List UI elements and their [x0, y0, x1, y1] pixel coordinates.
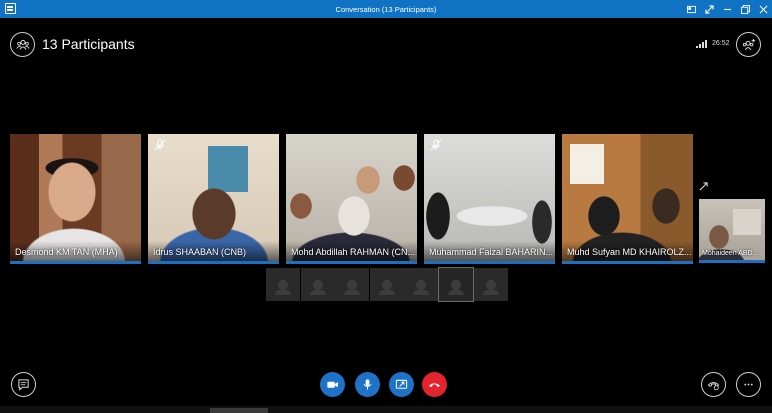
call-devices-icon	[707, 382, 720, 391]
avatar-icon	[379, 279, 395, 295]
avatar-icon	[448, 279, 464, 295]
close-button[interactable]	[754, 0, 772, 18]
video-toggle-button[interactable]	[320, 372, 345, 397]
share-content-button[interactable]	[389, 372, 414, 397]
muted-microphone-icon	[154, 139, 166, 151]
video-tile-mohaideen[interactable]: Mohaideen ABD...	[699, 199, 765, 263]
add-people-icon	[742, 38, 755, 50]
expand-icon	[704, 4, 714, 14]
muted-microphone-icon	[430, 139, 442, 151]
minimize-icon	[723, 8, 731, 10]
participant-name: Muhammad Faizal BAHARIN...	[429, 247, 553, 257]
participant-name: Desmond KM TAN (MHA)	[15, 247, 118, 257]
video-tile-idrus[interactable]: Idrus SHAABAN (CNB)	[148, 134, 279, 264]
video-tile-muhd-sufyan[interactable]: Muhd Sufyan MD KHAIROLZ...	[562, 134, 693, 264]
call-timer: 26:52	[712, 40, 730, 47]
participant-thumbnail[interactable]	[474, 268, 508, 301]
participant-name: Muhd Sufyan MD KHAIROLZ...	[567, 247, 691, 257]
avatar-icon	[483, 279, 499, 295]
participants-button[interactable]	[10, 32, 35, 57]
participant-thumbnail[interactable]	[301, 268, 335, 301]
fullscreen-button[interactable]	[700, 0, 718, 18]
close-icon	[759, 5, 767, 13]
hang-up-icon	[429, 383, 440, 388]
compact-view-button[interactable]	[682, 0, 700, 18]
more-icon	[744, 383, 753, 386]
call-devices-button[interactable]	[701, 372, 726, 397]
chat-button[interactable]	[11, 372, 36, 397]
avatar-icon	[413, 279, 429, 295]
video-tile-desmond[interactable]: Desmond KM TAN (MHA)	[10, 134, 141, 264]
microphone-button[interactable]	[355, 372, 380, 397]
app-menu-icon[interactable]	[5, 3, 16, 14]
taskbar-strip	[0, 406, 772, 413]
participant-thumbnail[interactable]	[335, 268, 369, 301]
participant-name: Mohaideen ABD...	[702, 250, 759, 257]
participant-thumbnail[interactable]	[404, 268, 438, 301]
scroll-segment	[210, 408, 268, 413]
participant-count: 13 Participants	[42, 36, 135, 52]
expand-tile-icon[interactable]	[699, 182, 708, 191]
participant-name: Idrus SHAABAN (CNB)	[153, 247, 247, 257]
restore-button[interactable]	[736, 0, 754, 18]
participant-name: Mohd Abdillah RAHMAN (CN...	[291, 247, 415, 257]
video-camera-icon	[327, 381, 338, 388]
restore-icon	[740, 4, 750, 14]
chat-icon	[18, 379, 29, 391]
microphone-icon	[363, 379, 372, 390]
signal-strength-icon	[696, 40, 708, 48]
avatar-icon	[344, 279, 360, 295]
participant-thumbnail-selected[interactable]	[438, 267, 474, 302]
video-tile-mohd-abdillah[interactable]: Mohd Abdillah RAHMAN (CN...	[286, 134, 417, 264]
title-bar: Conversation (13 Participants)	[0, 0, 772, 18]
avatar-icon	[310, 279, 326, 295]
compact-view-icon	[686, 5, 696, 13]
window-controls	[682, 0, 772, 18]
add-participant-button[interactable]	[736, 32, 761, 57]
window-title: Conversation (13 Participants)	[335, 4, 437, 14]
participant-thumbnail[interactable]	[266, 268, 300, 301]
avatar-icon	[275, 279, 291, 295]
more-options-button[interactable]	[736, 372, 761, 397]
hang-up-button[interactable]	[422, 372, 447, 397]
share-screen-icon	[395, 379, 408, 389]
video-tile-muhammad-faizal[interactable]: Muhammad Faizal BAHARIN...	[424, 134, 555, 264]
people-icon	[15, 39, 30, 50]
minimize-button[interactable]	[718, 0, 736, 18]
participant-thumbnail[interactable]	[370, 268, 404, 301]
